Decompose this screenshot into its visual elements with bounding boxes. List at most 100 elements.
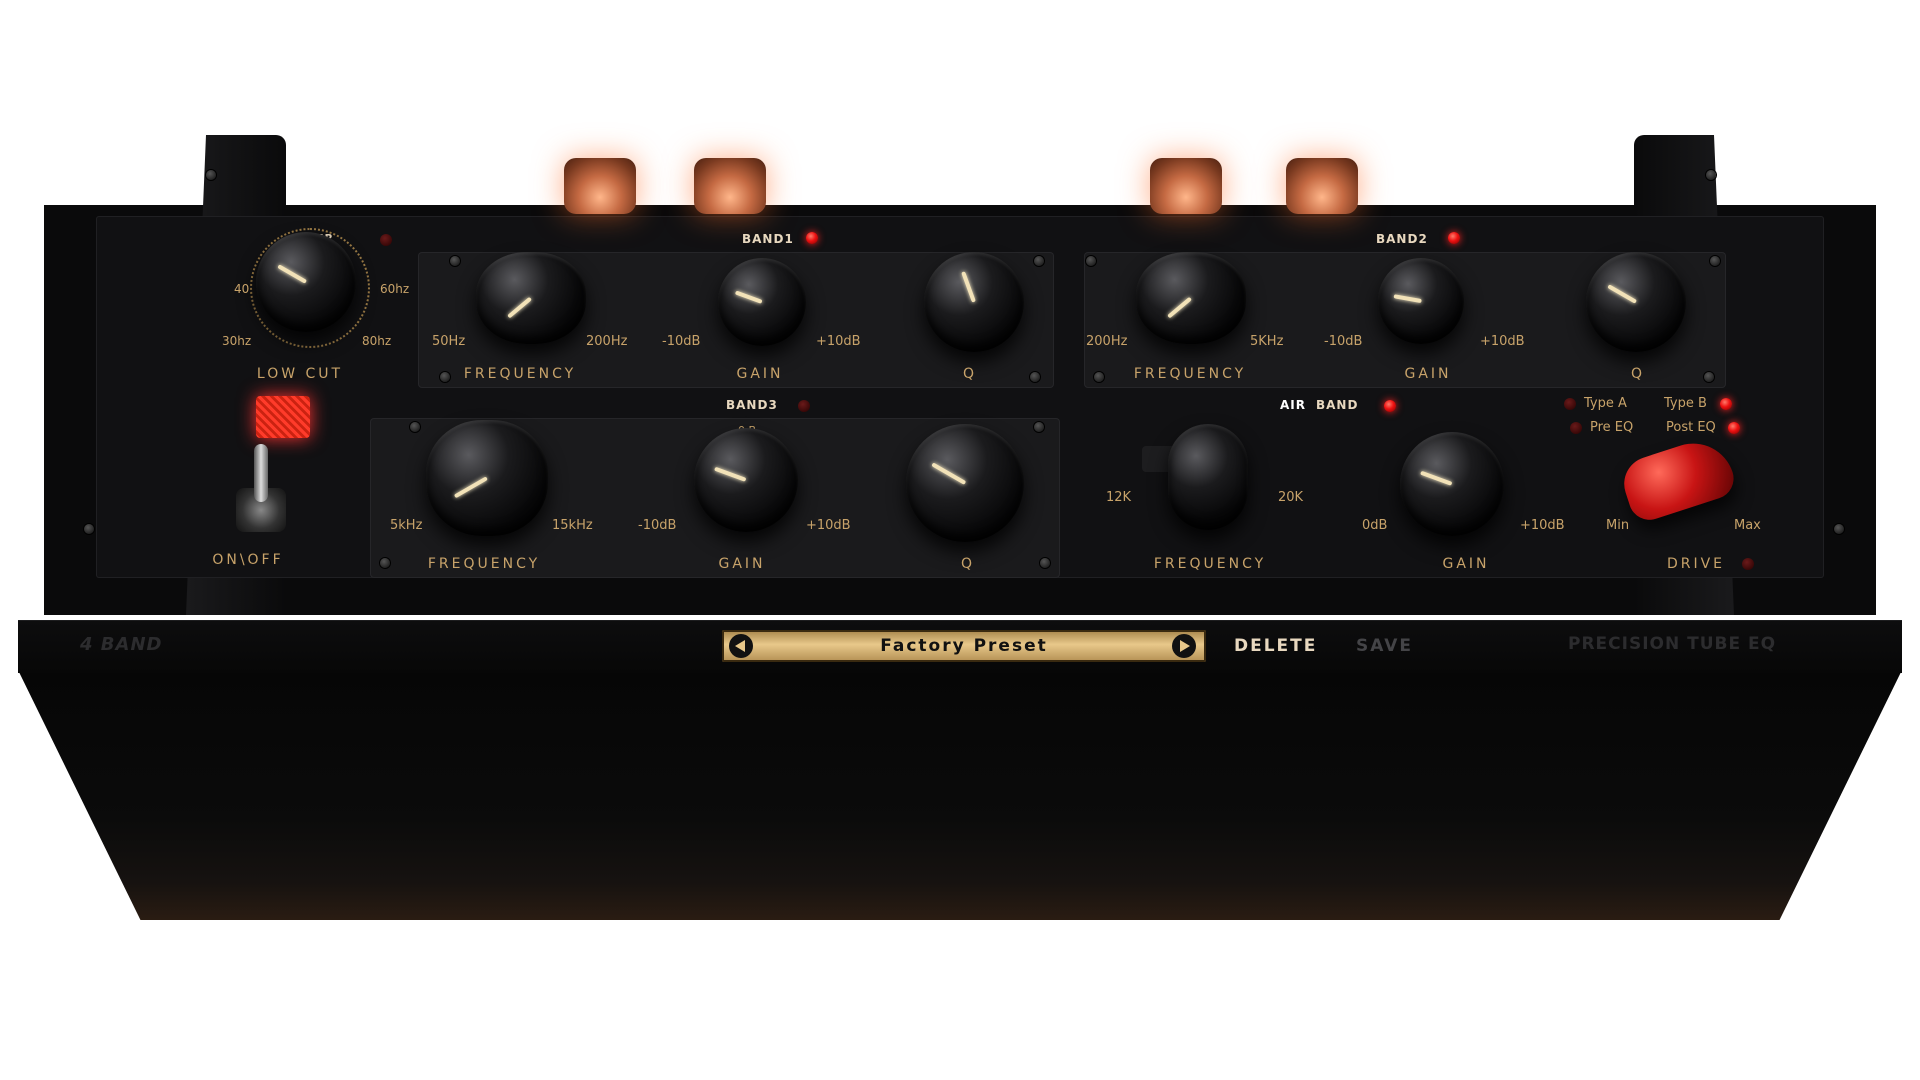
drive-min: Min bbox=[1606, 518, 1630, 533]
band2-led[interactable] bbox=[1448, 232, 1460, 244]
screw bbox=[1094, 372, 1104, 382]
screw bbox=[1086, 256, 1096, 266]
air-band-gain-pointer bbox=[1420, 470, 1453, 486]
air-band-frequency-label: FREQUENCY bbox=[1153, 556, 1267, 572]
band3-frequency-label: FREQUENCY bbox=[427, 556, 541, 572]
band1-gain-max: +10dB bbox=[816, 334, 861, 349]
band2-frequency-label: FREQUENCY bbox=[1133, 366, 1247, 382]
band2-title: BAND2 bbox=[1376, 232, 1428, 246]
tube-4 bbox=[1286, 158, 1358, 214]
band2-frequency-max: 5KHz bbox=[1250, 334, 1284, 349]
preset-next-icon[interactable] bbox=[1172, 634, 1196, 658]
air-band-title-air: AIR bbox=[1280, 398, 1306, 412]
band2-gain-label: GAIN bbox=[1404, 366, 1452, 382]
type-a-label: Type A bbox=[1584, 396, 1627, 411]
band3-q-knob[interactable] bbox=[906, 424, 1024, 542]
screw bbox=[1030, 372, 1040, 382]
power-label: ON\OFF bbox=[212, 552, 284, 568]
band1-q-pointer bbox=[961, 271, 976, 303]
screw bbox=[1710, 256, 1720, 266]
type-b-label: Type B bbox=[1664, 396, 1707, 411]
screw bbox=[1834, 524, 1844, 534]
low-cut-tick-60: 60hz bbox=[380, 282, 410, 296]
band1-led[interactable] bbox=[806, 232, 818, 244]
air-band-gain-knob[interactable] bbox=[1400, 432, 1504, 536]
band3-gain-knob[interactable] bbox=[694, 428, 798, 532]
type-a-led[interactable] bbox=[1564, 398, 1576, 410]
band3-gain-min: -10dB bbox=[638, 518, 677, 533]
screw bbox=[1704, 372, 1714, 382]
post-eq-led[interactable] bbox=[1728, 422, 1740, 434]
plugin-window: ER 40 60hz 30hz 80hz LOW CUT ON\OFF BAND… bbox=[0, 0, 1920, 1080]
low-cut-tick-80: 80hz bbox=[362, 334, 392, 348]
band2-frequency-pointer bbox=[1167, 296, 1193, 319]
band1-gain-label: GAIN bbox=[736, 366, 784, 382]
band2-q-label: Q bbox=[1630, 366, 1646, 382]
band3-q-pointer bbox=[931, 462, 966, 485]
band2-q-pointer bbox=[1607, 284, 1637, 304]
screw bbox=[84, 524, 94, 534]
low-cut-tick-30: 30hz bbox=[222, 334, 252, 348]
band1-frequency-knob[interactable] bbox=[476, 252, 586, 344]
pre-eq-label: Pre EQ bbox=[1590, 420, 1634, 435]
screw bbox=[440, 372, 450, 382]
pre-eq-led[interactable] bbox=[1570, 422, 1582, 434]
delete-button[interactable]: DELETE bbox=[1234, 636, 1317, 656]
band3-gain-max: +10dB bbox=[806, 518, 851, 533]
band3-frequency-knob[interactable] bbox=[426, 420, 548, 536]
triangle-left-icon bbox=[735, 640, 745, 652]
air-band-frequency-max: 20K bbox=[1278, 490, 1304, 505]
screw bbox=[1034, 256, 1044, 266]
low-cut-label: LOW CUT bbox=[256, 366, 344, 382]
save-button[interactable]: SAVE bbox=[1356, 636, 1413, 656]
screw bbox=[450, 256, 460, 266]
band2-frequency-knob[interactable] bbox=[1136, 252, 1246, 344]
air-band-gain-max: +10dB bbox=[1520, 518, 1565, 533]
low-cut-led[interactable] bbox=[380, 234, 392, 246]
post-eq-label: Post EQ bbox=[1666, 420, 1716, 435]
triangle-right-icon bbox=[1180, 640, 1190, 652]
band1-gain-min: -10dB bbox=[662, 334, 701, 349]
band3-title: BAND3 bbox=[726, 398, 778, 412]
drive-led bbox=[1742, 558, 1754, 570]
air-band-gain-min: 0dB bbox=[1362, 518, 1388, 533]
band2-gain-knob[interactable] bbox=[1378, 258, 1464, 344]
low-cut-pointer bbox=[277, 264, 307, 284]
air-band-title-band: BAND bbox=[1316, 398, 1359, 412]
drive-label: DRIVE bbox=[1666, 556, 1726, 572]
band2-gain-max: +10dB bbox=[1480, 334, 1525, 349]
tube-2 bbox=[694, 158, 766, 214]
band2-gain-min: -10dB bbox=[1324, 334, 1363, 349]
air-band-frequency-knob[interactable] bbox=[1168, 424, 1248, 530]
screw bbox=[380, 558, 390, 568]
band3-frequency-min: 5kHz bbox=[390, 518, 423, 533]
low-cut-tick-40: 40 bbox=[234, 282, 250, 296]
type-b-led[interactable] bbox=[1720, 398, 1732, 410]
band1-frequency-pointer bbox=[507, 296, 533, 319]
band1-frequency-min: 50Hz bbox=[432, 334, 466, 349]
band1-gain-pointer bbox=[734, 290, 763, 304]
screw bbox=[1040, 558, 1050, 568]
screw bbox=[1034, 422, 1044, 432]
screw bbox=[410, 422, 420, 432]
band1-gain-knob[interactable] bbox=[718, 258, 806, 346]
band2-q-knob[interactable] bbox=[1586, 252, 1686, 352]
screw bbox=[206, 170, 216, 180]
air-band-led[interactable] bbox=[1384, 400, 1396, 412]
low-cut-knob[interactable] bbox=[256, 232, 356, 332]
band3-gain-label: GAIN bbox=[718, 556, 766, 572]
preset-prev-icon[interactable] bbox=[729, 634, 753, 658]
screw bbox=[1706, 170, 1716, 180]
power-toggle-switch[interactable] bbox=[254, 444, 268, 502]
band3-led[interactable] bbox=[798, 400, 810, 412]
band1-q-label: Q bbox=[962, 366, 978, 382]
air-band-frequency-min: 12K bbox=[1106, 490, 1132, 505]
band3-q-label: Q bbox=[960, 556, 976, 572]
band2-frequency-min: 200Hz bbox=[1086, 334, 1128, 349]
front-face bbox=[18, 670, 1902, 920]
band1-q-knob[interactable] bbox=[924, 252, 1024, 352]
band1-frequency-max: 200Hz bbox=[586, 334, 628, 349]
band2-gain-pointer bbox=[1393, 294, 1422, 303]
power-led-button[interactable] bbox=[256, 396, 310, 438]
preset-name[interactable]: Factory Preset bbox=[762, 636, 1166, 656]
